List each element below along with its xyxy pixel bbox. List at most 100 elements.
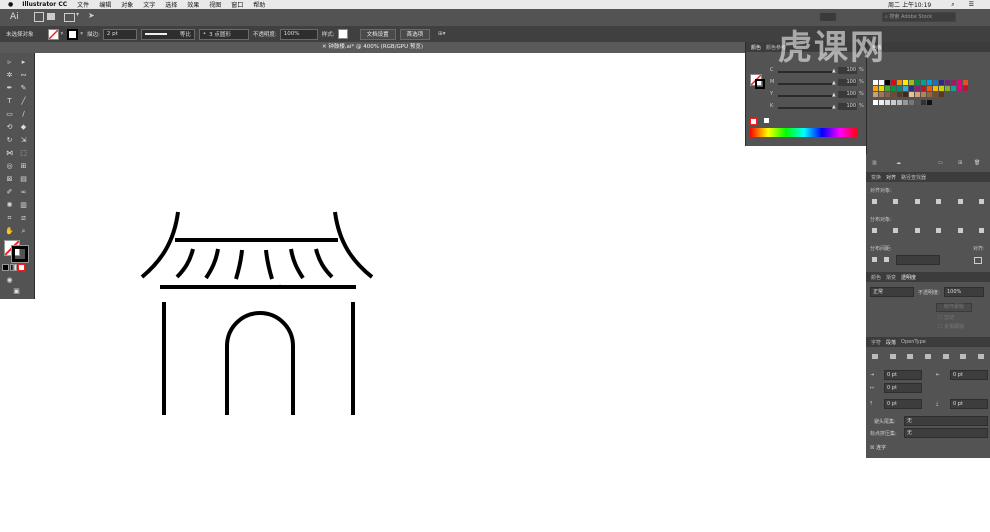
swatch-color[interactable] [927,80,932,85]
justify-right-icon[interactable] [960,354,967,359]
space-after-input[interactable]: 0 pt [950,399,988,409]
distribute-right-icon[interactable] [978,228,984,233]
swatch-color[interactable] [963,80,968,85]
document-setup-button[interactable]: 文档设置 [359,28,396,40]
tab-pathfinder[interactable]: 路径查找器 [901,174,926,181]
hand-tool-icon[interactable]: ✋ [4,226,15,237]
eyedropper-icon[interactable]: ✐ [4,187,15,198]
kinsoku-select[interactable]: 无 [904,416,988,426]
swatch-color[interactable] [903,86,908,91]
distribute-left-icon[interactable] [936,228,942,233]
swatch-library-icon[interactable]: ▥ [872,160,877,166]
tab-character[interactable]: 字符 [871,339,881,346]
swatch-gray[interactable] [903,100,908,105]
new-group-icon[interactable]: ▭ [938,160,943,166]
symbol-sprayer-icon[interactable]: ✺ [4,200,15,211]
delete-icon[interactable]: 🗑 [974,160,980,166]
channel-k-slider[interactable] [778,107,836,109]
swatch-gray[interactable] [915,100,920,105]
zoom-tool-icon[interactable]: ⌕ [18,226,29,237]
tab-transform[interactable]: 变换 [871,174,881,181]
graphic-style-swatch[interactable] [337,29,348,39]
swatch-color[interactable] [891,92,896,97]
mesh-tool-icon[interactable]: ⊠ [4,174,15,185]
right-indent-input[interactable]: 0 pt [950,370,988,380]
distribute-vspace-icon[interactable] [872,257,877,262]
draw-mode-icon[interactable]: ◉ [4,275,15,286]
channel-y-slider[interactable] [778,95,836,97]
align-center-text-icon[interactable] [889,354,896,359]
swatch-color[interactable] [885,92,890,97]
apple-icon[interactable]: ● [8,1,13,8]
swatch-color[interactable] [963,86,968,91]
first-line-indent-input[interactable]: 0 pt [884,383,922,393]
menu-file[interactable]: 文件 [77,0,89,9]
justify-all-icon[interactable] [977,354,984,359]
stroke-color-box[interactable] [11,245,29,263]
channel-k-value[interactable]: 100 [838,103,857,110]
swatch-color[interactable] [951,80,956,85]
app-menu[interactable]: Illustrator CC [22,1,67,8]
swatch-color[interactable] [927,86,932,91]
slider-thumb-icon[interactable]: ▲ [832,80,836,86]
hyphenation-checkbox[interactable]: ☒ 连字 [870,444,886,451]
menu-type[interactable]: 文字 [143,0,155,9]
gradient-tool-icon[interactable]: ▤ [18,174,29,185]
swatch-color[interactable] [891,80,896,85]
menu-help[interactable]: 帮助 [253,0,265,9]
white-swatch[interactable] [764,118,769,123]
tab-paragraph[interactable]: 段落 [886,339,896,346]
screen-mode-icon[interactable]: ▣ [11,286,22,297]
mojikumi-select[interactable]: 无 [904,428,988,438]
spacing-input[interactable] [896,255,940,265]
menu-edit[interactable]: 编辑 [99,0,111,9]
align-right-icon[interactable] [914,199,920,204]
swatch-color[interactable] [915,80,920,85]
swatch-color[interactable] [939,86,944,91]
shaper-icon[interactable]: ⟲ [4,122,15,133]
invert-mask-checkbox[interactable]: ☐ 反相蒙版 [938,323,964,330]
menu-list-icon[interactable]: ☰ [969,1,974,8]
swatch-gray[interactable] [927,100,932,105]
menu-view[interactable]: 视图 [209,0,221,9]
graph-tool-icon[interactable]: ▥ [18,200,29,211]
swatch-color[interactable] [891,86,896,91]
swatch-color[interactable] [933,80,938,85]
swatch-color[interactable] [873,92,878,97]
lasso-icon[interactable]: ∾ [18,70,29,81]
menu-object[interactable]: 对象 [121,0,133,9]
tab-align[interactable]: 对齐 [886,174,896,181]
tab-color-2[interactable]: 颜色 [871,274,881,281]
channel-c-slider[interactable] [778,71,836,73]
opacity-input[interactable]: 100% [279,28,318,40]
tab-opentype[interactable]: OpenType [901,339,926,345]
magic-wand-icon[interactable]: ✲ [4,70,15,81]
channel-m-value[interactable]: 100 [838,79,857,86]
chevron-down-icon[interactable]: ▾ [76,11,79,18]
swatch-color[interactable] [921,80,926,85]
swatch-color[interactable] [885,86,890,91]
swatch-black[interactable] [885,80,890,85]
eraser-icon[interactable]: ◆ [18,122,29,133]
align-hcenter-icon[interactable] [893,199,899,204]
preferences-button[interactable]: 首选项 [399,28,431,40]
left-indent-input[interactable]: 0 pt [884,370,922,380]
none-swatch[interactable] [750,118,757,125]
color-spectrum[interactable] [750,128,858,137]
stroke-swatch[interactable] [67,28,79,40]
swatch-color[interactable] [933,86,938,91]
adobe-stock-search[interactable]: ⌕ 搜索 Adobe Stock [882,12,956,22]
gradient-mode-icon[interactable] [10,264,17,271]
align-to-selection-icon[interactable] [974,257,982,264]
cloud-icon[interactable]: ☁ [896,160,901,166]
slider-thumb-icon[interactable]: ▲ [832,92,836,98]
curvature-icon[interactable]: ✎ [18,83,29,94]
align-right-text-icon[interactable] [907,354,914,359]
brush-definition[interactable]: • 3 点圆形 [198,28,249,40]
swatch-color[interactable] [909,92,914,97]
distribute-bottom-icon[interactable] [914,228,920,233]
swatch-color[interactable] [873,86,878,91]
distribute-vcenter-icon[interactable] [893,228,899,233]
slider-thumb-icon[interactable]: ▲ [832,104,836,110]
color-mode-icon[interactable] [2,264,9,271]
